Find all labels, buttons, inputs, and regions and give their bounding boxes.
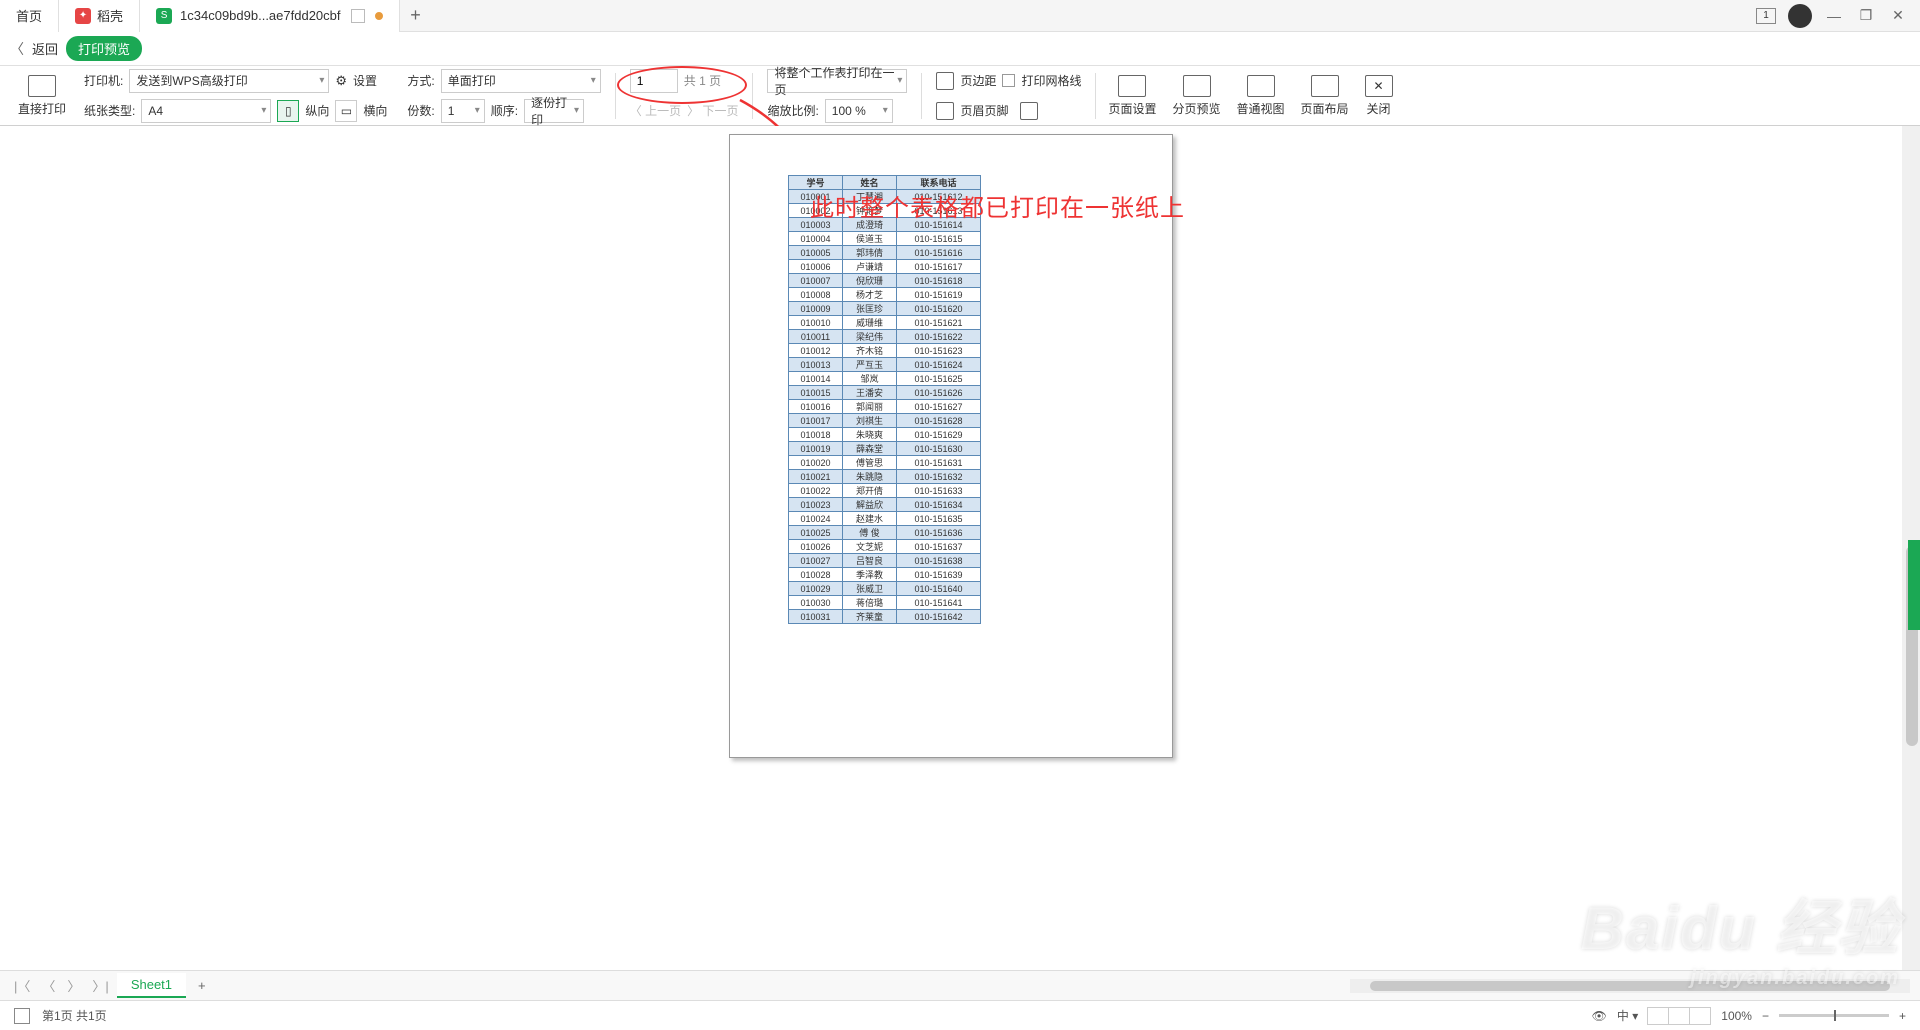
page-layout-icon	[1311, 75, 1339, 97]
docer-icon: ✦	[75, 8, 91, 24]
prev-page-button[interactable]: 〈 上一页	[630, 102, 681, 119]
orientation-landscape[interactable]: 横向	[363, 102, 387, 119]
page-info-label: 第1页 共1页	[42, 1007, 107, 1024]
next-page-button[interactable]: 〉 下一页	[687, 102, 738, 119]
gear-icon: ⚙	[335, 73, 347, 89]
paper-select[interactable]: A4	[141, 99, 271, 123]
preview-page: 学号姓名联系电话010001丁慧湘010-151612010002钟艳梦010-…	[729, 134, 1173, 758]
printer-select[interactable]: 发送到WPS高级打印	[129, 69, 329, 93]
sheet-tab-bar: |〈 〈 〉 〉| Sheet1 +	[0, 970, 1920, 1000]
title-tab-bar: 首页 ✦稻壳 S 1c34c09bd9b...ae7fdd20cbf + 1 —…	[0, 0, 1920, 32]
mode-select[interactable]: 单面打印	[441, 69, 601, 93]
print-toolbar: 直接打印 打印机: 发送到WPS高级打印 ⚙ 设置 纸张类型: A4 ▯ 纵向 …	[0, 66, 1920, 126]
tab-docer[interactable]: ✦稻壳	[59, 0, 140, 32]
close-icon: ✕	[1365, 75, 1393, 97]
normal-view-icon	[1247, 75, 1275, 97]
orientation-portrait[interactable]: 纵向	[305, 102, 329, 119]
view-mode-group	[1648, 1007, 1711, 1025]
spreadsheet-icon: S	[156, 8, 172, 24]
settings-button[interactable]: 设置	[353, 72, 377, 89]
header-footer-icon	[936, 102, 954, 120]
page-layout-button[interactable]: 页面布局	[1293, 75, 1357, 117]
unsaved-dot-icon	[375, 12, 383, 20]
sheet-nav-prev[interactable]: 〈	[38, 976, 59, 995]
sheet-tab[interactable]: Sheet1	[117, 973, 186, 998]
tab-window-icon	[351, 9, 365, 23]
printer-label: 打印机:	[84, 72, 123, 89]
copies-input[interactable]: 1	[441, 99, 485, 123]
grid-checkbox[interactable]	[1002, 74, 1015, 87]
portrait-icon: ▯	[277, 100, 299, 122]
window-minimize[interactable]: —	[1824, 6, 1844, 26]
page-break-button[interactable]: 分页预览	[1165, 75, 1229, 117]
fit-select[interactable]: 将整个工作表打印在一页	[767, 69, 907, 93]
horizontal-scrollbar[interactable]	[1350, 979, 1910, 993]
page-setup-icon	[1118, 75, 1146, 97]
page-number-input[interactable]	[630, 69, 678, 93]
order-label: 顺序:	[491, 102, 518, 119]
margins-button[interactable]: 页边距 打印网格线	[936, 69, 1081, 93]
status-bar: 第1页 共1页 👁 中 ▾ 100% − +	[0, 1000, 1920, 1030]
user-avatar[interactable]	[1788, 4, 1812, 28]
side-panel-tab[interactable]	[1908, 540, 1920, 630]
tab-file[interactable]: S 1c34c09bd9b...ae7fdd20cbf	[140, 0, 399, 32]
zoom-out-button[interactable]: −	[1762, 1009, 1769, 1023]
close-button[interactable]: ✕关闭	[1357, 75, 1401, 117]
view-normal[interactable]	[1647, 1007, 1669, 1025]
notification-badge[interactable]: 1	[1756, 8, 1776, 24]
tab-home[interactable]: 首页	[0, 0, 59, 32]
margins-icon	[936, 72, 954, 90]
sheet-nav-next[interactable]: 〉	[63, 976, 84, 995]
preview-area: 学号姓名联系电话010001丁慧湘010-151612010002钟艳梦010-…	[0, 126, 1902, 1000]
landscape-icon: ▭	[335, 100, 357, 122]
annotation-text: 此时整个表格都已打印在一张纸上	[810, 188, 1185, 223]
printer-icon	[28, 75, 56, 97]
normal-view-button[interactable]: 普通视图	[1229, 75, 1293, 117]
zoom-label: 缩放比例:	[767, 102, 818, 119]
tab-add-button[interactable]: +	[400, 0, 432, 32]
header-footer-button[interactable]: 页眉页脚	[936, 99, 1081, 123]
copies-label: 份数:	[407, 102, 434, 119]
direct-print-button[interactable]: 直接打印	[10, 75, 74, 117]
back-arrow-icon[interactable]: 〈	[10, 39, 24, 59]
zoom-select[interactable]: 100 %	[825, 99, 893, 123]
preview-table: 学号姓名联系电话010001丁慧湘010-151612010002钟艳梦010-…	[788, 175, 981, 624]
back-button[interactable]: 返回	[32, 39, 58, 58]
view-page-break[interactable]	[1668, 1007, 1690, 1025]
print-preview-title: 打印预览	[66, 36, 142, 61]
header-bar: 〈 返回 打印预览	[0, 32, 1920, 66]
zoom-slider[interactable]	[1779, 1014, 1889, 1017]
order-select[interactable]: 逐份打印	[524, 99, 584, 123]
view-reading[interactable]	[1689, 1007, 1711, 1025]
window-maximize[interactable]: ❐	[1856, 6, 1876, 26]
sheet-add-button[interactable]: +	[190, 978, 214, 993]
status-sheet-icon[interactable]	[14, 1008, 30, 1024]
page-setup-button[interactable]: 页面设置	[1100, 75, 1164, 117]
sheet-nav-first[interactable]: |〈	[10, 976, 34, 995]
paper-label: 纸张类型:	[84, 102, 135, 119]
print-grid-label: 打印网格线	[1021, 72, 1081, 89]
header-footer-dialog-icon	[1020, 102, 1038, 120]
window-close[interactable]: ✕	[1888, 6, 1908, 26]
page-break-icon	[1183, 75, 1211, 97]
eye-icon[interactable]: 👁	[1592, 1009, 1607, 1023]
zoom-value[interactable]: 100%	[1721, 1009, 1752, 1023]
page-total-label: 共 1 页	[684, 72, 721, 89]
zoom-in-button[interactable]: +	[1899, 1009, 1906, 1023]
mode-label: 方式:	[407, 72, 434, 89]
sheet-nav-last[interactable]: 〉|	[88, 976, 112, 995]
lang-icon[interactable]: 中 ▾	[1617, 1007, 1638, 1024]
